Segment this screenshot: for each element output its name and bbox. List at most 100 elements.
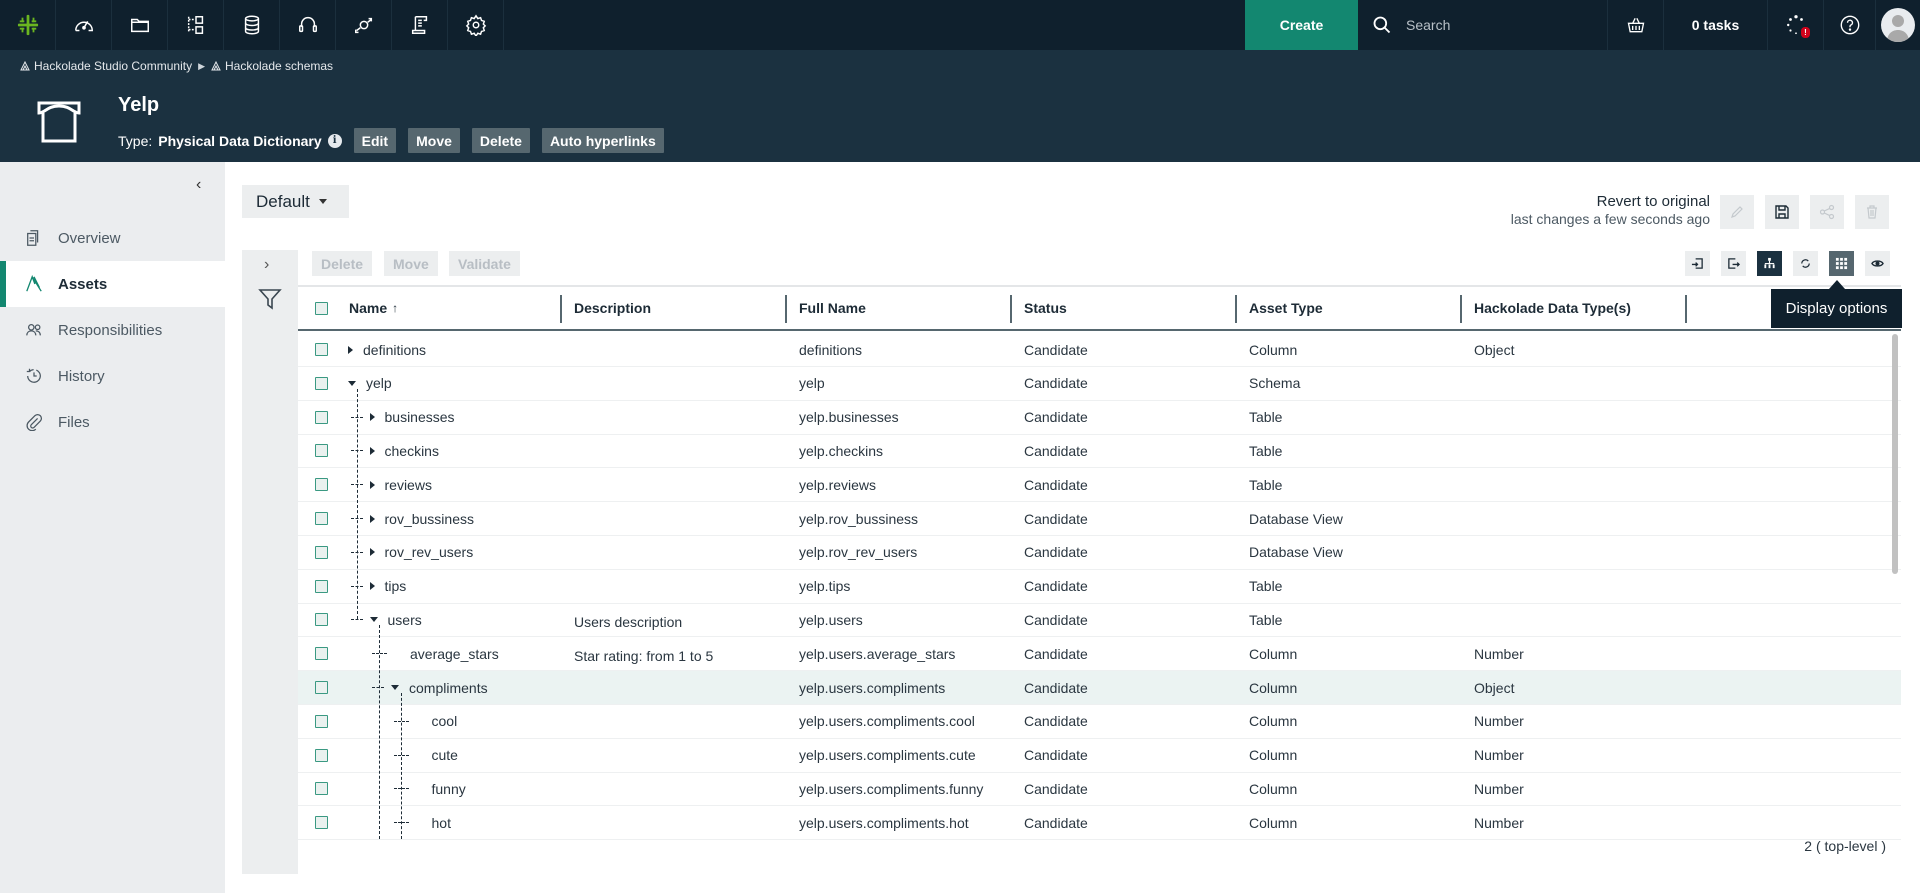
asset-name[interactable]: compliments xyxy=(409,680,488,696)
filter-funnel-icon[interactable] xyxy=(258,287,282,311)
sidebar-item-files[interactable]: Files xyxy=(0,399,225,445)
hierarchy-icon[interactable] xyxy=(168,0,224,50)
row-checkbox[interactable] xyxy=(315,444,328,458)
move-button[interactable]: Move xyxy=(408,128,460,153)
basket-button[interactable] xyxy=(1608,0,1664,50)
edit-button[interactable]: Edit xyxy=(353,128,397,153)
gear-icon[interactable] xyxy=(448,0,504,50)
asset-name[interactable]: definitions xyxy=(363,342,426,358)
preview-button[interactable] xyxy=(1865,251,1890,276)
sidebar-item-history[interactable]: History xyxy=(0,353,225,399)
row-checkbox[interactable] xyxy=(315,579,328,593)
search-input[interactable] xyxy=(1406,17,1586,33)
column-header-data-types[interactable]: Hackolade Data Type(s) xyxy=(1474,287,1631,329)
dashboard-icon[interactable] xyxy=(56,0,112,50)
expand-caret-icon[interactable] xyxy=(369,413,375,422)
asset-name[interactable]: businesses xyxy=(385,409,455,425)
auto-hyperlinks-button[interactable]: Auto hyperlinks xyxy=(541,128,664,153)
tree-view-button[interactable] xyxy=(1757,251,1782,276)
lineage-icon[interactable] xyxy=(336,0,392,50)
column-header-asset-type[interactable]: Asset Type xyxy=(1249,287,1323,329)
help-button[interactable] xyxy=(1824,0,1876,50)
trash-button[interactable] xyxy=(1855,195,1889,229)
tasks-button[interactable]: 0 tasks xyxy=(1664,0,1768,50)
delete-button[interactable]: Delete xyxy=(471,128,530,153)
row-checkbox[interactable] xyxy=(315,376,328,390)
row-checkbox[interactable] xyxy=(315,478,328,492)
table-row[interactable]: rov_rev_users yelp.rov_rev_users Candidate… xyxy=(298,536,1901,570)
asset-name[interactable]: tips xyxy=(385,578,407,594)
table-row[interactable]: users Users description yelp.users Candidat… xyxy=(298,603,1901,638)
sidebar-item-overview[interactable]: Overview xyxy=(0,215,225,261)
column-resize-handle[interactable] xyxy=(1235,295,1237,323)
asset-name[interactable]: rov_rev_users xyxy=(385,544,474,560)
database-icon[interactable] xyxy=(224,0,280,50)
export-button[interactable] xyxy=(1721,251,1746,276)
row-checkbox[interactable] xyxy=(315,714,328,728)
collapse-caret-icon[interactable] xyxy=(391,685,399,690)
column-resize-handle[interactable] xyxy=(785,295,787,323)
table-row[interactable]: tips yelp.tips Candidate Table xyxy=(298,570,1901,604)
hackolade-logo-icon[interactable] xyxy=(0,0,56,50)
display-options-button[interactable] xyxy=(1829,251,1854,276)
asset-name[interactable]: yelp xyxy=(366,375,392,391)
expand-caret-icon[interactable] xyxy=(369,582,375,591)
asset-name[interactable]: reviews xyxy=(385,477,432,493)
row-checkbox[interactable] xyxy=(315,681,328,694)
table-row[interactable]: cute yelp.users.compliments.cute Candidate… xyxy=(298,739,1901,773)
row-checkbox[interactable] xyxy=(315,343,328,356)
info-icon[interactable]: i xyxy=(327,133,342,148)
asset-name[interactable]: rov_bussiness xyxy=(385,511,475,527)
view-select-dropdown[interactable]: Default xyxy=(242,185,349,218)
table-scrollbar[interactable] xyxy=(1892,334,1898,574)
bulk-move-button[interactable]: Move xyxy=(384,251,438,276)
table-row[interactable]: funny yelp.users.compliments.funny Candida… xyxy=(298,772,1901,807)
table-row[interactable]: rov_bussiness yelp.rov_bussiness Candidate… xyxy=(298,502,1901,536)
row-checkbox[interactable] xyxy=(315,782,328,796)
table-row[interactable]: hot yelp.users.compliments.hot Candidate Co… xyxy=(298,806,1901,841)
asset-name[interactable]: average_stars xyxy=(410,646,499,662)
column-resize-handle[interactable] xyxy=(1685,295,1687,323)
asset-name[interactable]: users xyxy=(388,612,422,628)
folder-icon[interactable] xyxy=(112,0,168,50)
refresh-button[interactable] xyxy=(1793,251,1818,276)
import-button[interactable] xyxy=(1685,251,1710,276)
select-all-checkbox[interactable] xyxy=(315,301,328,315)
expand-caret-icon[interactable] xyxy=(369,480,375,489)
save-button[interactable] xyxy=(1765,195,1799,229)
sidebar-item-responsibilities[interactable]: Responsibilities xyxy=(0,307,225,353)
row-checkbox[interactable] xyxy=(315,748,328,762)
table-row[interactable]: checkins yelp.checkins Candidate Table xyxy=(298,434,1901,469)
column-resize-handle[interactable] xyxy=(1010,295,1012,323)
create-button[interactable]: Create xyxy=(1245,0,1358,50)
column-resize-handle[interactable] xyxy=(560,295,562,323)
table-row[interactable]: cool yelp.users.compliments.cool Candidate… xyxy=(298,705,1901,739)
asset-name[interactable]: cool xyxy=(432,713,458,729)
revert-to-original-link[interactable]: Revert to original xyxy=(1511,193,1710,210)
column-resize-handle[interactable] xyxy=(1460,295,1462,323)
asset-name[interactable]: hot xyxy=(432,815,451,831)
asset-name[interactable]: cute xyxy=(432,747,458,763)
table-row[interactable]: definitions definitions Candidate Column Obj… xyxy=(298,333,1901,367)
edit-pencil-button[interactable] xyxy=(1720,195,1754,229)
expand-caret-icon[interactable] xyxy=(369,514,375,523)
asset-name[interactable]: funny xyxy=(432,781,466,797)
column-header-description[interactable]: Description xyxy=(574,287,651,329)
table-row[interactable]: average_stars Star rating: from 1 to 5 yel… xyxy=(298,637,1901,672)
row-checkbox[interactable] xyxy=(315,613,328,627)
column-header-name[interactable]: Name ↑ xyxy=(349,287,398,329)
sidebar-item-assets[interactable]: Assets xyxy=(0,261,225,307)
collapse-caret-icon[interactable] xyxy=(348,380,356,386)
bulk-validate-button[interactable]: Validate xyxy=(449,251,520,276)
row-checkbox[interactable] xyxy=(315,512,328,525)
table-row[interactable]: businesses yelp.businesses Candidate Table xyxy=(298,401,1901,435)
table-row[interactable]: compliments yelp.users.compliments Candida… xyxy=(298,671,1901,705)
scroll-icon[interactable] xyxy=(392,0,448,50)
user-avatar[interactable] xyxy=(1876,0,1920,50)
expand-filters-icon[interactable]: › xyxy=(264,256,269,274)
row-checkbox[interactable] xyxy=(315,545,328,559)
bulk-delete-button[interactable]: Delete xyxy=(312,251,373,276)
breadcrumb-item[interactable]: Hackolade Studio Community xyxy=(20,59,192,73)
table-row[interactable]: reviews yelp.reviews Candidate Table xyxy=(298,468,1901,503)
asset-name[interactable]: checkins xyxy=(385,443,439,459)
